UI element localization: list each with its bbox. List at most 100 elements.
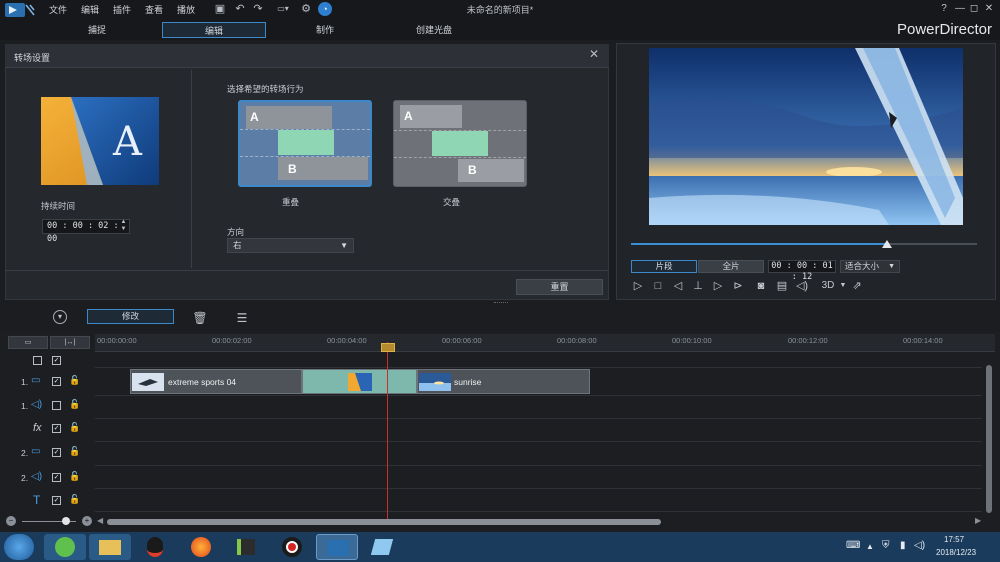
video-clip[interactable]: sunrise: [417, 369, 590, 394]
video-clip[interactable]: extreme sports 04: [130, 369, 302, 394]
taskbar-explorer-icon[interactable]: [89, 534, 131, 560]
taskbar-powerdirector-icon[interactable]: [316, 534, 358, 560]
track-enable-checkbox[interactable]: [52, 401, 61, 410]
tab-create-disc[interactable]: 创建光盘: [400, 22, 468, 38]
ruler-label: 00:00:10:00: [672, 336, 712, 345]
tab-capture[interactable]: 捕捉: [60, 22, 134, 38]
redo-icon[interactable]: ↷: [251, 2, 265, 16]
track-enable-checkbox[interactable]: ✓: [52, 473, 61, 482]
zoom-fit-select[interactable]: 适合大小 ▼: [840, 260, 900, 273]
taskbar-qq-icon[interactable]: [134, 534, 176, 560]
track-manager-icon[interactable]: ▭: [8, 336, 48, 349]
taskbar-media-icon[interactable]: [225, 534, 267, 560]
cross-option[interactable]: A B: [393, 100, 527, 187]
trash-icon[interactable]: 🗑: [192, 310, 208, 326]
video-track-icon: ▭: [31, 446, 41, 457]
horizontal-scrollbar[interactable]: [107, 519, 661, 525]
clock-date[interactable]: 2018/12/23: [936, 548, 976, 557]
duration-input[interactable]: 00 : 00 : 02 : 00: [42, 219, 130, 244]
help-button[interactable]: ?: [936, 2, 952, 16]
track-enable-checkbox[interactable]: ✓: [52, 448, 61, 457]
lock-icon[interactable]: 🔓: [69, 494, 80, 505]
snapshot-icon[interactable]: ◙: [754, 279, 768, 293]
menu-plugins[interactable]: 插件: [113, 3, 131, 16]
taskbar-recorder-icon[interactable]: [271, 534, 313, 560]
clip-thumbnail: [419, 373, 451, 391]
next-frame-icon[interactable]: ▷: [711, 279, 725, 293]
lock-icon[interactable]: 🔓: [69, 422, 80, 433]
subtitle-icon[interactable]: ▤: [775, 279, 789, 293]
lock-icon[interactable]: 🔓: [69, 399, 80, 410]
movie-mode-button[interactable]: 全片: [698, 260, 764, 273]
track-number: 1.: [21, 401, 29, 411]
start-button[interactable]: [4, 534, 34, 560]
taskbar-app-360-icon[interactable]: [44, 534, 86, 560]
security-tray-icon[interactable]: ⛨: [882, 540, 890, 551]
tab-produce[interactable]: 制作: [290, 22, 360, 38]
panel-title: 转场设置: [14, 53, 51, 63]
panel-close-button[interactable]: ✕: [586, 46, 602, 62]
undo-icon[interactable]: ↶: [233, 2, 247, 16]
more-options-icon[interactable]: ☰: [234, 310, 250, 326]
volume-icon[interactable]: ◁): [795, 279, 809, 293]
split-icon[interactable]: ⊥: [691, 279, 705, 293]
aspect-ratio-icon[interactable]: ▭▾: [272, 2, 294, 16]
previous-frame-icon[interactable]: ◁: [671, 279, 685, 293]
keyboard-tray-icon[interactable]: ⌨: [846, 540, 860, 551]
fast-forward-icon[interactable]: ⊳: [731, 279, 745, 293]
overlap-label: 重叠: [282, 197, 300, 207]
preview-slider-knob[interactable]: [882, 240, 892, 248]
lock-icon[interactable]: 🔓: [69, 375, 80, 386]
modify-button[interactable]: 修改: [87, 309, 174, 324]
scroll-left-icon[interactable]: ◀: [97, 516, 103, 525]
duration-stepper[interactable]: ▲ ▼: [119, 219, 128, 233]
direction-select[interactable]: 右 ▼: [227, 238, 354, 253]
network-tray-icon[interactable]: ▮: [900, 540, 906, 551]
menu-edit[interactable]: 编辑: [81, 3, 99, 16]
clip-name: sunrise: [454, 377, 482, 387]
playhead-marker[interactable]: [381, 343, 395, 352]
play-icon[interactable]: ▷: [631, 279, 645, 293]
clock-time[interactable]: 17:57: [944, 535, 964, 544]
close-button[interactable]: ✕: [981, 2, 997, 16]
notification-icon[interactable]: ◔: [318, 2, 332, 16]
expand-chevron-icon[interactable]: ▾: [53, 310, 67, 324]
track-enable-checkbox[interactable]: ✓: [52, 377, 61, 386]
fit-timeline-icon[interactable]: |↔|: [50, 336, 90, 349]
zoom-in-icon[interactable]: +: [82, 516, 92, 526]
track-enable-checkbox[interactable]: ✓: [52, 424, 61, 433]
chevron-down-icon[interactable]: ▼: [836, 279, 850, 293]
undock-icon[interactable]: ⇗: [850, 279, 864, 293]
overlap-option[interactable]: A B: [238, 100, 372, 187]
show-hidden-icons-icon[interactable]: ▲: [866, 542, 874, 551]
svg-text:A: A: [112, 119, 143, 165]
restore-button[interactable]: ◻: [966, 2, 982, 16]
tab-edit[interactable]: 编辑: [162, 22, 266, 38]
preview-progress-fill: [631, 243, 887, 245]
volume-tray-icon[interactable]: ◁): [914, 540, 925, 551]
clip-mode-button[interactable]: 片段: [631, 260, 697, 273]
zoom-out-icon[interactable]: −: [6, 516, 16, 526]
video-track-icon: ▭: [31, 375, 41, 386]
taskbar-firefox-icon[interactable]: [180, 534, 222, 560]
lock-icon[interactable]: 🔓: [69, 446, 80, 457]
powerdirector-logo: [5, 3, 35, 17]
save-icon[interactable]: ▣: [213, 2, 227, 16]
track-enable-checkbox[interactable]: ✓: [52, 496, 61, 505]
transition-clip[interactable]: [302, 369, 417, 394]
lock-icon[interactable]: 🔓: [69, 471, 80, 482]
direction-value: 右: [233, 240, 242, 250]
all-tracks-checkbox[interactable]: [33, 356, 42, 365]
zoom-slider-knob[interactable]: [62, 517, 70, 525]
reset-button[interactable]: 重置: [516, 279, 603, 295]
vertical-scrollbar[interactable]: [986, 365, 992, 513]
menu-file[interactable]: 文件: [49, 3, 67, 16]
menu-view[interactable]: 查看: [145, 3, 163, 16]
scroll-right-icon[interactable]: ▶: [975, 516, 981, 525]
settings-gear-icon[interactable]: ⚙: [299, 2, 313, 16]
all-tracks-enable-checkbox[interactable]: ✓: [52, 356, 61, 365]
menu-playback[interactable]: 播放: [177, 3, 195, 16]
stop-icon[interactable]: □: [651, 279, 665, 293]
panel-resize-grip[interactable]: [494, 302, 508, 305]
taskbar-notes-icon[interactable]: [361, 534, 403, 560]
